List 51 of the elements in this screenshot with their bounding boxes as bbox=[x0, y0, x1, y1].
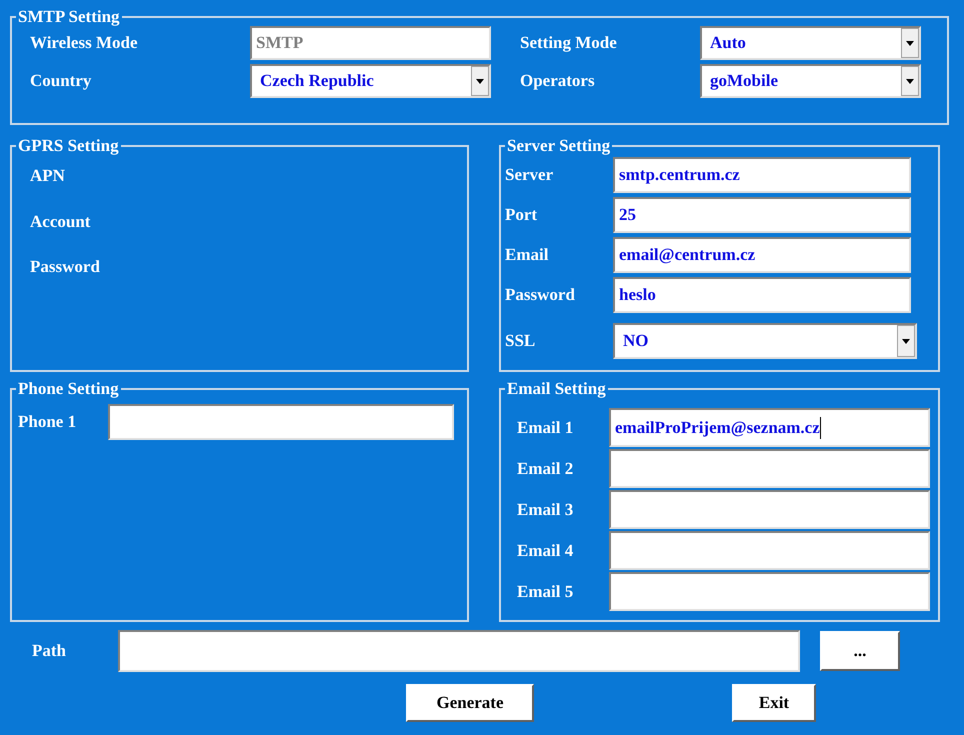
input-field[interactable] bbox=[609, 490, 930, 529]
group-title: GPRS Setting bbox=[17, 137, 120, 155]
caret-icon bbox=[906, 78, 914, 84]
dropdown[interactable]: Czech Republic bbox=[250, 64, 491, 98]
caret-icon bbox=[906, 40, 914, 46]
field-label: Password bbox=[505, 284, 576, 306]
caret-icon bbox=[902, 338, 910, 344]
text-cursor bbox=[820, 416, 821, 438]
dropdown-button[interactable] bbox=[897, 325, 915, 357]
field-label: Email 3 bbox=[517, 498, 574, 521]
input-field[interactable]: emailProPrijem@seznam.cz bbox=[609, 408, 930, 447]
dropdown-button[interactable] bbox=[901, 66, 919, 96]
field-label: Server bbox=[505, 164, 554, 186]
input-field[interactable]: heslo bbox=[613, 277, 911, 313]
field-label: Setting Mode bbox=[520, 32, 618, 54]
dropdown-button[interactable] bbox=[471, 66, 489, 96]
dropdown[interactable]: Auto bbox=[700, 26, 921, 60]
field-label: Email 2 bbox=[517, 458, 574, 480]
field-label: SSL bbox=[505, 330, 536, 352]
dropdown-button[interactable] bbox=[901, 28, 919, 58]
field-label: APN bbox=[30, 165, 66, 187]
field-label: Phone 1 bbox=[18, 411, 78, 434]
caret-icon bbox=[476, 78, 484, 84]
field-label: Port bbox=[505, 204, 538, 226]
input-field[interactable] bbox=[609, 531, 930, 570]
browse-button[interactable]: ... bbox=[820, 631, 900, 671]
field-label: Account bbox=[30, 210, 92, 232]
field-label: Email 4 bbox=[517, 540, 574, 562]
input-field[interactable]: 25 bbox=[613, 197, 911, 233]
field-label: Wireless Mode bbox=[30, 32, 138, 54]
input-field[interactable]: email@centrum.cz bbox=[613, 237, 911, 273]
field-label: Email 1 bbox=[517, 416, 574, 439]
group-title: Phone Setting bbox=[17, 380, 120, 398]
input-field[interactable] bbox=[609, 572, 930, 611]
input-field[interactable]: smtp.centrum.cz bbox=[613, 157, 911, 193]
group-title: SMTP Setting bbox=[17, 8, 121, 26]
input-field[interactable] bbox=[108, 404, 454, 440]
field-label: Password bbox=[30, 256, 101, 278]
field-label: Email 5 bbox=[517, 580, 574, 603]
group-title: Email Setting bbox=[506, 380, 607, 398]
action-button[interactable]: Generate bbox=[406, 684, 534, 722]
dropdown[interactable]: goMobile bbox=[700, 64, 921, 98]
action-button[interactable]: Exit bbox=[732, 684, 816, 722]
field-label: Operators bbox=[520, 70, 596, 92]
dropdown[interactable]: NO bbox=[613, 323, 917, 359]
path-field[interactable] bbox=[118, 630, 800, 672]
field-label: Email bbox=[505, 244, 550, 266]
field-label: Country bbox=[30, 70, 92, 92]
input-field[interactable] bbox=[609, 449, 930, 488]
group-title: Server Setting bbox=[506, 137, 612, 155]
field-label: Path bbox=[32, 640, 67, 662]
